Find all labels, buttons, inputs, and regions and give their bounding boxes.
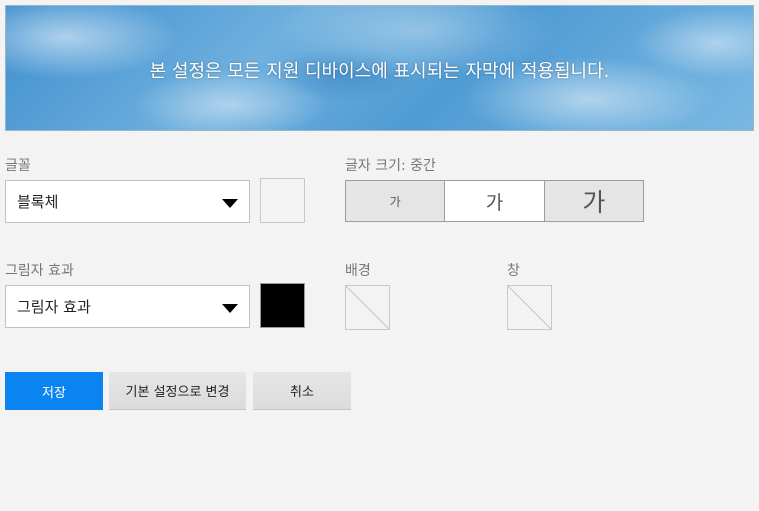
shadow-color-swatch[interactable] <box>260 283 305 328</box>
chevron-down-icon <box>222 199 238 208</box>
save-button[interactable]: 저장 <box>5 372 103 410</box>
font-size-small-glyph: 가 <box>389 194 401 209</box>
cancel-button[interactable]: 취소 <box>253 372 351 410</box>
font-select-value: 블록체 <box>17 193 59 211</box>
font-size-large-glyph: 가 <box>582 188 606 217</box>
font-size-small-button[interactable]: 가 <box>346 181 446 221</box>
caption-preview: 본 설정은 모든 지원 디바이스에 표시되는 자막에 적용됩니다. <box>5 5 754 131</box>
subtitle-settings-page: 본 설정은 모든 지원 디바이스에 표시되는 자막에 적용됩니다. 글꼴 블록체… <box>0 0 759 511</box>
font-color-swatch[interactable] <box>260 178 305 223</box>
chevron-down-icon <box>222 304 238 313</box>
reset-defaults-button[interactable]: 기본 설정으로 변경 <box>109 372 246 410</box>
font-size-large-button[interactable]: 가 <box>544 181 643 221</box>
window-label: 창 <box>507 263 520 279</box>
font-size-medium-glyph: 가 <box>485 191 504 214</box>
shadow-label: 그림자 효과 <box>5 263 74 279</box>
shadow-select[interactable]: 그림자 효과 <box>5 285 250 328</box>
window-color-swatch[interactable] <box>507 285 552 330</box>
font-select[interactable]: 블록체 <box>5 180 250 223</box>
font-size-medium-button[interactable]: 가 <box>445 181 545 221</box>
font-label: 글꼴 <box>5 158 31 174</box>
font-size-label: 글자 크기: 중간 <box>345 158 436 174</box>
shadow-select-value: 그림자 효과 <box>17 298 91 316</box>
preview-caption-text: 본 설정은 모든 지원 디바이스에 표시되는 자막에 적용됩니다. <box>149 61 610 82</box>
font-size-selector: 가 가 가 <box>345 180 644 222</box>
background-label: 배경 <box>345 263 371 279</box>
background-color-swatch[interactable] <box>345 285 390 330</box>
